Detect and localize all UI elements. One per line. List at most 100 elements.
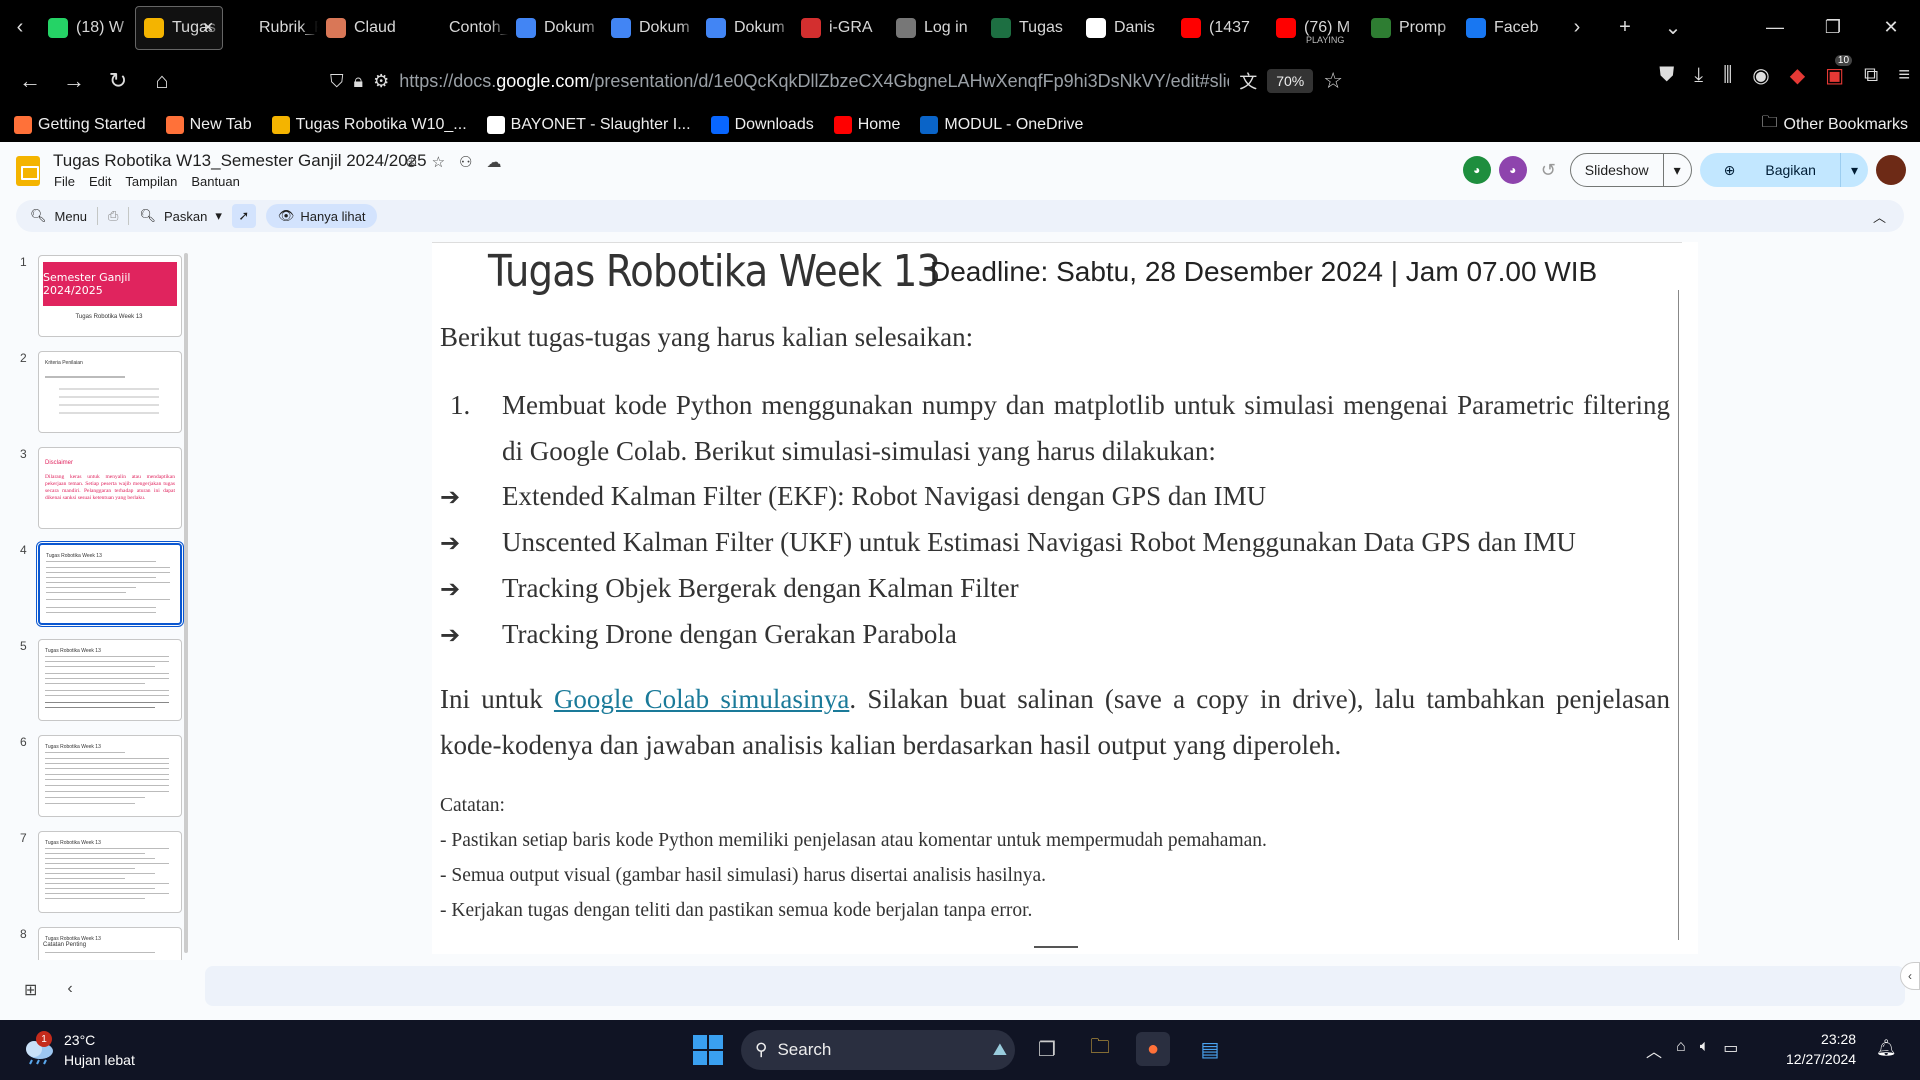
url-text[interactable]: https://docs.google.com/presentation/d/1… — [399, 71, 1229, 92]
browser-tab[interactable]: Claud — [318, 6, 413, 50]
permissions-icon[interactable]: ⚙ — [373, 71, 389, 92]
bookmark-item[interactable]: Tugas Robotika W10_... — [262, 115, 477, 134]
close-window-icon[interactable]: ✕ — [1862, 0, 1920, 55]
share-button[interactable]: ⊕ Bagikan ▾ — [1699, 153, 1868, 187]
bookmark-item[interactable]: Getting Started — [4, 115, 156, 134]
menu-edit[interactable]: Edit — [89, 174, 111, 189]
cloud-status-icon[interactable]: ☁ — [486, 153, 501, 171]
network-icon[interactable]: ⌂ — [1676, 1038, 1686, 1062]
tab-scroll-right-icon[interactable]: › — [1553, 0, 1601, 55]
battery-icon[interactable]: ▭ — [1723, 1038, 1738, 1062]
browser-tab[interactable]: i-GRA — [793, 6, 888, 50]
filmstrip-scrollbar[interactable] — [184, 253, 188, 953]
volume-icon[interactable]: 🔈︎ — [1700, 1038, 1710, 1062]
browser-tab[interactable]: Dokum — [508, 6, 603, 50]
taskbar-clock[interactable]: 23:28 12/27/2024 — [1786, 1029, 1856, 1069]
close-tab-icon[interactable]: ✕ — [202, 19, 214, 36]
library-icon[interactable]: ⫼ — [1723, 64, 1732, 87]
share-dropdown-icon[interactable]: ▾ — [1839, 153, 1868, 187]
google-slides-logo-icon[interactable] — [16, 156, 40, 186]
task-view-icon[interactable]: ❐ — [1030, 1032, 1064, 1066]
tracking-shield-icon[interactable]: ⛉ — [330, 71, 344, 92]
collaborator-avatar-icon[interactable]: ◕ — [1498, 156, 1527, 184]
speaker-notes-bar[interactable] — [205, 966, 1905, 1006]
slideshow-button[interactable]: Slideshow ▾ — [1569, 153, 1692, 187]
thumbnail-slide-8[interactable]: 8 Tugas Robotika Week 13 Catatan Penting — [0, 917, 190, 960]
extension-red-icon[interactable]: ◆ — [1790, 63, 1805, 88]
translate-icon[interactable]: 文 — [1239, 68, 1257, 94]
document-title[interactable]: Tugas Robotika W13_Semester Ganjil 2024/… — [53, 151, 427, 171]
browser-tab[interactable]: Log in — [888, 6, 983, 50]
zoom-fit-select[interactable]: 🔍︎ Paskan ▾ — [139, 208, 221, 224]
address-bar[interactable]: ⛉ 🔒︎ ⚙ https://docs.google.com/presentat… — [330, 63, 1390, 99]
other-bookmarks[interactable]: 🗀 Other Bookmarks — [1752, 111, 1920, 138]
list-all-tabs-icon[interactable]: ⌄ — [1649, 0, 1697, 55]
browser-tab[interactable]: Faceb — [1458, 6, 1553, 50]
bookmark-item[interactable]: BAYONET - Slaughter I... — [477, 115, 701, 134]
bookmark-star-icon[interactable]: ☆ — [1323, 68, 1343, 94]
view-only-mode[interactable]: 👁︎ Hanya lihat — [265, 204, 378, 228]
notification-bell-icon[interactable]: 🔔︎ — [1876, 1038, 1896, 1058]
browser-tab[interactable]: Dokum — [698, 6, 793, 50]
grid-view-icon[interactable]: ⊞ — [24, 980, 37, 1000]
firefox-taskbar-icon[interactable]: ● — [1136, 1032, 1170, 1066]
star-icon[interactable]: ☆ — [432, 153, 445, 171]
bookmark-item[interactable]: Home — [824, 115, 911, 134]
slideshow-dropdown-icon[interactable]: ▾ — [1662, 154, 1691, 186]
taskbar-search[interactable]: ⚲ Search ⛰ — [741, 1030, 1015, 1070]
extension-badge-icon[interactable]: ▣ 10 — [1825, 55, 1853, 88]
menu-tampilan[interactable]: Tampilan — [125, 174, 177, 189]
history-icon[interactable]: ↺ — [1535, 160, 1562, 181]
file-explorer-icon[interactable]: 🗀 — [1083, 1032, 1117, 1066]
search-menus[interactable]: 🔍︎ Menu — [30, 208, 87, 224]
zoom-level[interactable]: 70% — [1267, 69, 1314, 93]
google-colab-link[interactable]: Google Colab simulasinya — [554, 684, 849, 714]
thumbnail-slide-3[interactable]: 3 Disclaimer Dilarang keras untuk menyal… — [0, 437, 190, 529]
hamburger-menu-icon[interactable]: ≡ — [1898, 64, 1910, 87]
menu-file[interactable]: File — [54, 174, 75, 189]
tab-scroll-left-icon[interactable]: ‹ — [0, 0, 40, 55]
thumbnail-slide-5[interactable]: 5 Tugas Robotika Week 13 — [0, 629, 190, 721]
print-icon[interactable]: ⎙ — [108, 208, 118, 224]
account-icon[interactable]: ◉ — [1752, 63, 1769, 88]
lock-icon[interactable]: 🔒︎ — [354, 71, 364, 92]
reload-icon[interactable]: ↻ — [96, 59, 140, 103]
select-cursor-icon[interactable]: ➚ — [231, 204, 256, 228]
menu-bantuan[interactable]: Bantuan — [191, 174, 239, 189]
browser-tab[interactable]: (76) M PLAYING — [1268, 6, 1363, 50]
browser-tab[interactable]: Contoh_C — [413, 6, 508, 50]
resize-handle[interactable] — [1034, 946, 1078, 948]
browser-tab[interactable]: Promp — [1363, 6, 1458, 50]
restore-icon[interactable]: ❐ — [1804, 0, 1862, 55]
bookmark-item[interactable]: MODUL - OneDrive — [910, 115, 1093, 134]
browser-tab[interactable]: Tugas ✕ — [135, 5, 223, 50]
side-panel-toggle-icon[interactable]: ‹ — [1900, 962, 1920, 990]
show-hidden-icons-icon[interactable]: ︿ — [1646, 1038, 1662, 1062]
thumbnail-slide-4[interactable]: 4 Tugas Robotika Week 13 — [0, 533, 190, 627]
browser-tab[interactable]: Dokum — [603, 6, 698, 50]
back-arrow-icon[interactable]: ← — [8, 59, 52, 103]
downloads-icon[interactable]: ⤓ — [1694, 64, 1703, 87]
thumbnail-slide-6[interactable]: 6 Tugas Robotika Week 13 — [0, 725, 190, 817]
user-avatar[interactable] — [1876, 155, 1906, 185]
browser-tab[interactable]: (18) W — [40, 6, 135, 50]
bookmark-item[interactable]: New Tab — [156, 115, 262, 134]
pocket-icon[interactable]: ⛊ — [1659, 64, 1674, 87]
bookmark-item[interactable]: Downloads — [701, 115, 824, 134]
thumbnail-slide-2[interactable]: 2 Kriteria Penilaian — [0, 341, 190, 433]
browser-tab[interactable]: (1437 — [1173, 6, 1268, 50]
extensions-puzzle-icon[interactable]: ⧉ — [1864, 64, 1878, 87]
browser-tab[interactable]: Tugas — [983, 6, 1078, 50]
forward-arrow-icon[interactable]: → — [52, 59, 96, 103]
thumbnail-slide-1[interactable]: 1 Semester Ganjil 2024/2025 Tugas Roboti… — [0, 245, 190, 337]
badge-icon[interactable]: ⊛ — [405, 153, 418, 171]
thumbnail-slide-7[interactable]: 7 Tugas Robotika Week 13 — [0, 821, 190, 913]
collaborator-avatar-icon[interactable]: ◕ — [1462, 156, 1491, 184]
windows-start-icon[interactable] — [693, 1035, 723, 1065]
home-icon[interactable]: ⌂ — [140, 59, 184, 103]
new-tab-icon[interactable]: + — [1601, 0, 1649, 55]
share-people-icon[interactable]: ⚇ — [459, 153, 472, 171]
browser-tab[interactable]: Danis — [1078, 6, 1173, 50]
notepad-icon[interactable]: ▤ — [1193, 1032, 1227, 1066]
collapse-toolbar-icon[interactable]: ︿ — [1873, 207, 1904, 226]
